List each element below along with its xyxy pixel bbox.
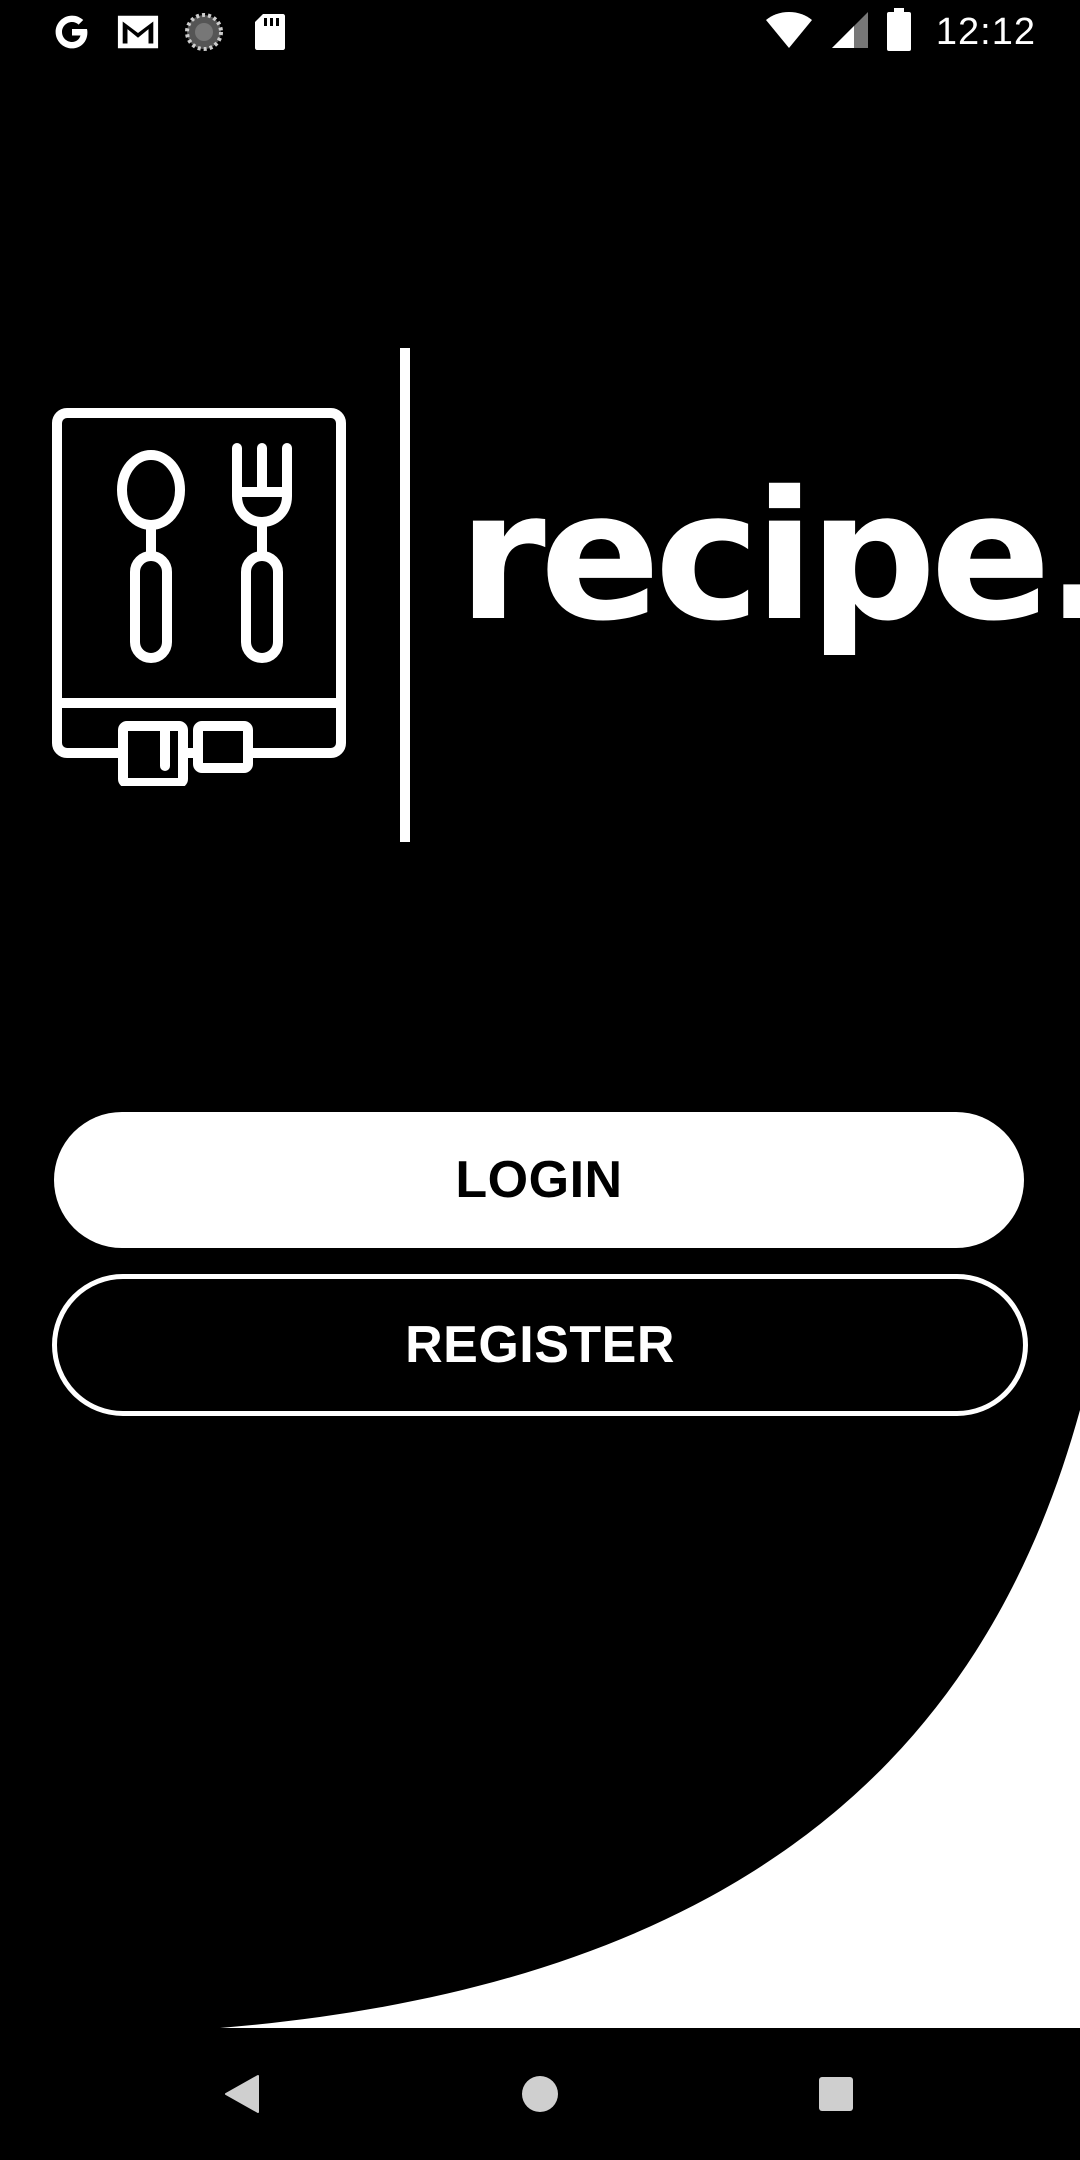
- gmail-icon: [116, 10, 160, 54]
- battery-icon: [886, 8, 912, 57]
- wifi-icon: [764, 10, 814, 55]
- signal-icon: [830, 10, 870, 55]
- home-icon[interactable]: [510, 2064, 570, 2124]
- sync-icon: [182, 10, 226, 54]
- app-logo: recipe.: [50, 348, 1080, 848]
- logo-divider: [400, 348, 410, 842]
- login-button-label: LOGIN: [455, 1151, 623, 1209]
- recents-icon[interactable]: [806, 2064, 866, 2124]
- system-icons: 12:12: [764, 8, 1036, 57]
- register-button-label: REGISTER: [405, 1316, 675, 1374]
- background-curve: [220, 1410, 1080, 2028]
- notification-icons: [50, 10, 292, 54]
- navigation-bar: [0, 2028, 1080, 2160]
- status-time: 12:12: [935, 11, 1036, 53]
- app-wordmark: recipe.: [458, 453, 1080, 660]
- welcome-screen: 12:12 recipe. LOGIN REGISTER: [0, 0, 1080, 2160]
- sd-card-icon: [248, 10, 292, 54]
- register-button[interactable]: REGISTER: [52, 1274, 1028, 1416]
- back-icon[interactable]: [212, 2064, 272, 2124]
- recipe-book-icon: [50, 406, 350, 791]
- login-button[interactable]: LOGIN: [54, 1112, 1024, 1248]
- google-icon: [50, 10, 94, 54]
- status-bar: 12:12: [0, 0, 1080, 66]
